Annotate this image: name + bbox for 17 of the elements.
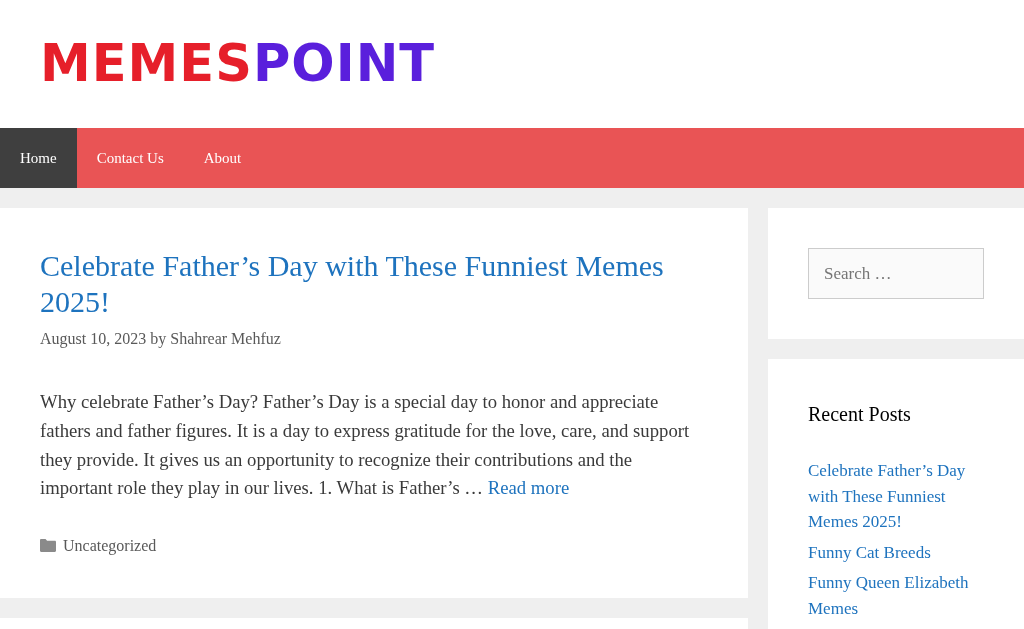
- recent-post-link[interactable]: Celebrate Father’s Day with These Funniest Memes 2025!: [808, 458, 984, 535]
- folder-icon: [40, 539, 56, 553]
- category-link[interactable]: Uncategorized: [63, 533, 157, 559]
- post-date-link[interactable]: August 10, 2023: [40, 330, 147, 347]
- read-more-link[interactable]: Read more: [487, 477, 570, 499]
- author-link[interactable]: Shahrear Mehfuz: [170, 330, 281, 347]
- widget-heading: Recent Posts: [808, 402, 912, 427]
- nav-link[interactable]: Contact Us: [76, 128, 184, 188]
- search-field[interactable]: Search …: [808, 248, 984, 299]
- recent-post-link[interactable]: Funny Queen Elizabeth Memes: [808, 570, 984, 621]
- byline-text: by: [150, 330, 167, 347]
- site-logo[interactable]: MEMESPOINT: [40, 34, 436, 94]
- post-title-link[interactable]: Celebrate Father’s Day with These Funniest Memes 2025!: [40, 248, 708, 320]
- nav-link[interactable]: About: [183, 128, 262, 188]
- post-excerpt: Why celebrate Father’s Day? Father’s Day is a special day to honor and appreciate fathers and father figures. It is a day to express gratitude for the love, care, and support they provide. It gives us an opportunity to recognize their contributions and the important role they play in our lives. 1. What is Father’s … Read more: [40, 390, 691, 501]
- recent-post-link[interactable]: Funny Cat Breeds: [808, 539, 984, 565]
- nav-link[interactable]: Home: [0, 128, 77, 188]
